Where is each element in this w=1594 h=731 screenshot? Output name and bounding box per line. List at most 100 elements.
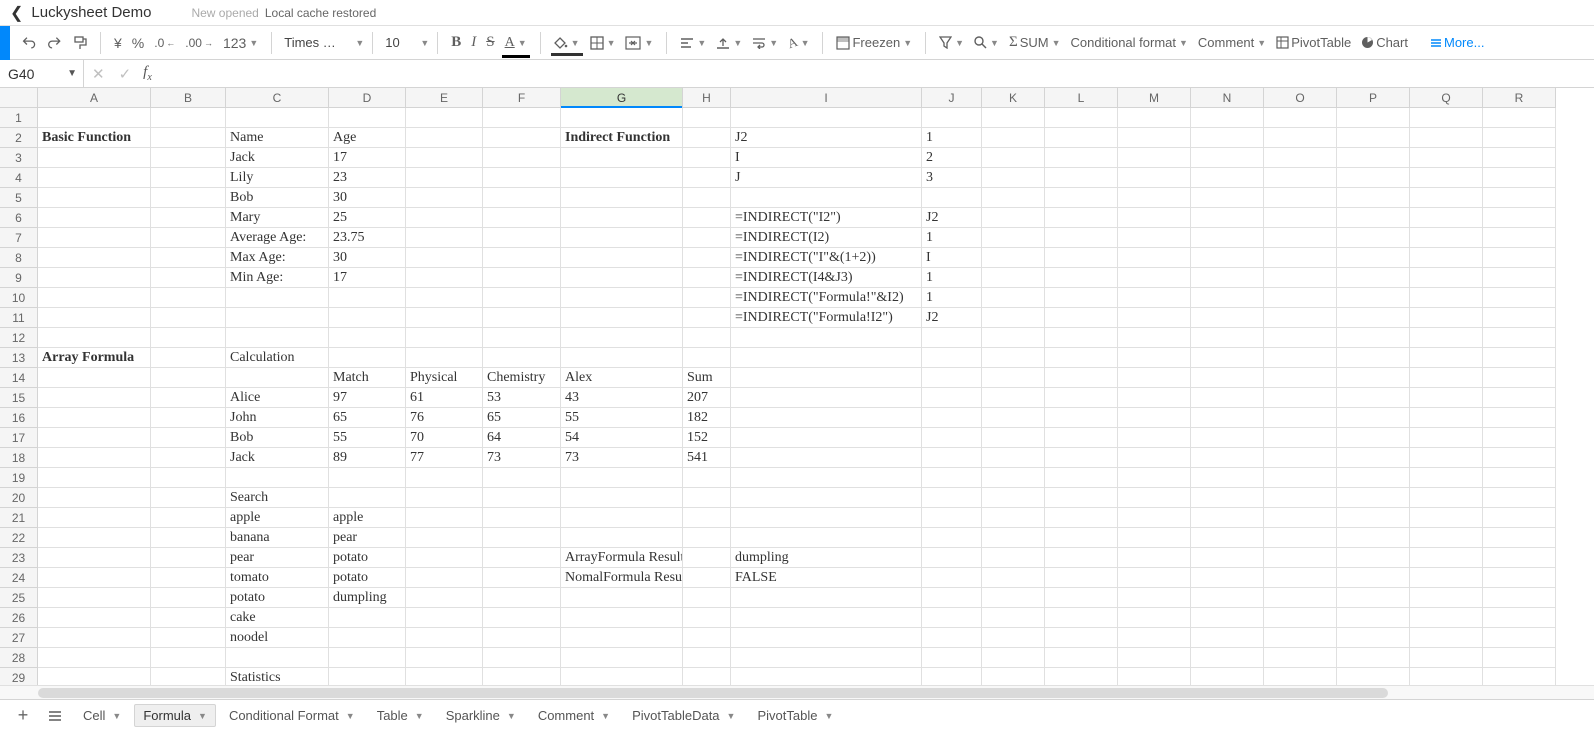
cell[interactable]: 64 [483,428,561,448]
column-header[interactable]: M [1118,88,1191,108]
cell[interactable] [1118,248,1191,268]
cell[interactable] [922,488,982,508]
cell[interactable] [1118,568,1191,588]
cell[interactable] [1191,328,1264,348]
cell[interactable] [1118,608,1191,628]
sheet-tab[interactable]: Formula▼ [134,704,216,727]
border-button[interactable]: ▼ [585,32,621,54]
cell[interactable] [38,488,151,508]
cell[interactable] [922,468,982,488]
cell[interactable] [561,168,683,188]
cell[interactable] [1045,208,1118,228]
cell[interactable] [982,208,1045,228]
cell[interactable] [406,328,483,348]
cell[interactable] [1191,308,1264,328]
cell[interactable] [683,308,731,328]
undo-button[interactable] [16,32,42,54]
cell[interactable] [731,188,922,208]
cell[interactable]: =INDIRECT("Formula!I2") [731,308,922,328]
cell[interactable] [1483,608,1556,628]
column-header[interactable]: Q [1410,88,1483,108]
cell[interactable] [1045,388,1118,408]
cell[interactable] [406,128,483,148]
cell[interactable] [1118,308,1191,328]
column-header[interactable]: C [226,88,329,108]
cell[interactable] [1118,468,1191,488]
cell[interactable] [483,488,561,508]
cell[interactable] [151,588,226,608]
cell[interactable] [1410,208,1483,228]
cell[interactable] [1045,328,1118,348]
cell[interactable]: NomalFormula Result: [561,568,683,588]
all-sheets-button[interactable] [42,705,68,727]
cell[interactable] [483,648,561,668]
cell[interactable] [922,548,982,568]
text-rotation-button[interactable]: A▼ [783,31,814,55]
cell[interactable] [483,168,561,188]
cell[interactable] [1410,388,1483,408]
cell[interactable] [1191,368,1264,388]
cell[interactable] [38,388,151,408]
cell[interactable]: Basic Function [38,128,151,148]
cell[interactable] [1410,568,1483,588]
cell[interactable] [1191,128,1264,148]
cell[interactable] [1483,248,1556,268]
cell[interactable] [982,148,1045,168]
row-header[interactable]: 17 [0,428,38,448]
cell[interactable] [1045,468,1118,488]
cell[interactable] [1410,448,1483,468]
cell[interactable] [683,608,731,628]
cell[interactable] [731,348,922,368]
cell[interactable]: Lily [226,168,329,188]
sheet-tab[interactable]: Cell▼ [74,704,130,727]
horizontal-scrollbar[interactable] [0,685,1594,699]
cell[interactable] [1118,508,1191,528]
cell[interactable] [226,368,329,388]
cell[interactable] [1191,108,1264,128]
column-header[interactable]: P [1337,88,1410,108]
cell[interactable]: Bob [226,428,329,448]
cell[interactable] [1045,608,1118,628]
row-header[interactable]: 6 [0,208,38,228]
cell[interactable] [1264,208,1337,228]
row-header[interactable]: 9 [0,268,38,288]
cell[interactable] [922,628,982,648]
cell[interactable] [922,388,982,408]
cell[interactable] [683,348,731,368]
cell[interactable] [1410,108,1483,128]
cell[interactable] [38,208,151,228]
sheet-tab[interactable]: Conditional Format▼ [220,704,364,727]
fx-cancel-button[interactable]: ✕ [84,65,113,83]
cell[interactable]: apple [226,508,329,528]
fill-color-button[interactable]: ▼ [549,33,585,53]
cell[interactable] [1118,108,1191,128]
cell[interactable] [1191,428,1264,448]
row-header[interactable]: 28 [0,648,38,668]
cell[interactable] [1045,488,1118,508]
cell[interactable] [1337,228,1410,248]
cell[interactable] [1264,428,1337,448]
cell[interactable] [1337,168,1410,188]
cell[interactable] [1118,228,1191,248]
cell[interactable] [151,488,226,508]
cell[interactable] [38,508,151,528]
cell[interactable] [1264,268,1337,288]
cell[interactable]: 65 [483,408,561,428]
cell[interactable] [329,668,406,685]
cell[interactable] [1191,168,1264,188]
cell[interactable] [1410,668,1483,685]
cell[interactable] [406,628,483,648]
cell[interactable] [406,228,483,248]
column-header[interactable]: N [1191,88,1264,108]
cell[interactable] [38,228,151,248]
cell[interactable]: 53 [483,388,561,408]
redo-button[interactable] [42,32,68,54]
row-header[interactable]: 10 [0,288,38,308]
cell[interactable] [406,668,483,685]
cell[interactable]: 23.75 [329,228,406,248]
cell[interactable] [151,408,226,428]
cell[interactable] [922,528,982,548]
chart-button[interactable]: Chart [1356,31,1413,54]
cell[interactable] [1191,608,1264,628]
cell[interactable] [1483,368,1556,388]
